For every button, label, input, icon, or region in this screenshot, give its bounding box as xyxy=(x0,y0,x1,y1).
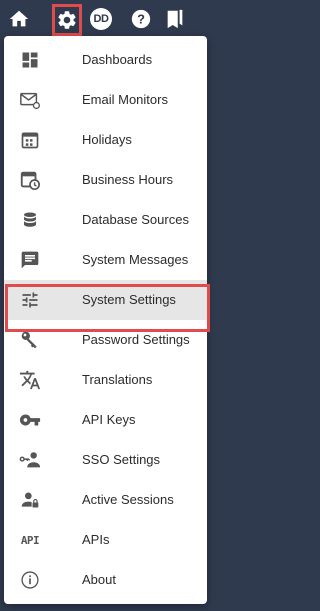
user-lock-icon xyxy=(18,488,42,512)
avatar: DD xyxy=(90,8,112,30)
menu-item-label: Email Monitors xyxy=(82,92,168,107)
menu-item-label: Database Sources xyxy=(82,212,189,227)
menu-item-sso-settings[interactable]: SSO Settings xyxy=(4,440,207,480)
help-button[interactable]: ? xyxy=(128,6,154,32)
bookmarks-button[interactable] xyxy=(162,6,188,32)
message-icon xyxy=(18,248,42,272)
svg-text:?: ? xyxy=(137,12,145,27)
system-settings-highlight-box xyxy=(5,284,210,332)
menu-item-label: API Keys xyxy=(82,412,136,427)
top-bar: DD ? xyxy=(0,0,210,40)
email-sync-icon xyxy=(18,88,42,112)
menu-item-business-hours[interactable]: Business Hours xyxy=(4,160,207,200)
menu-item-label: Translations xyxy=(82,372,153,387)
vpn-key-icon xyxy=(18,408,42,432)
menu-item-label: Holidays xyxy=(82,132,132,147)
menu-item-apis[interactable]: API APIs xyxy=(4,520,207,560)
menu-item-database-sources[interactable]: Database Sources xyxy=(4,200,207,240)
menu-item-label: System Messages xyxy=(82,252,189,267)
home-button[interactable] xyxy=(6,6,32,32)
menu-item-api-keys[interactable]: API Keys xyxy=(4,400,207,440)
user-menu-button[interactable]: DD xyxy=(88,6,114,32)
menu-item-holidays[interactable]: Holidays xyxy=(4,120,207,160)
api-icon: API xyxy=(20,533,40,547)
info-icon xyxy=(18,568,42,592)
sso-user-key-icon xyxy=(18,448,42,472)
menu-item-system-messages[interactable]: System Messages xyxy=(4,240,207,280)
menu-item-label: Dashboards xyxy=(82,52,153,67)
settings-dropdown-menu: Dashboards Email Monitors Holidays Busin… xyxy=(4,36,210,604)
menu-item-about[interactable]: About xyxy=(4,560,207,600)
menu-item-label: Business Hours xyxy=(82,172,174,187)
menu-item-active-sessions[interactable]: Active Sessions xyxy=(4,480,207,520)
menu-item-label: About xyxy=(82,572,116,587)
menu-item-dashboards[interactable]: Dashboards xyxy=(4,40,207,80)
home-icon xyxy=(9,10,29,27)
menu-item-label: APIs xyxy=(82,532,110,547)
calendar-clock-icon xyxy=(18,168,42,192)
menu-item-translations[interactable]: Translations xyxy=(4,360,207,400)
bookmarks-icon xyxy=(167,9,183,29)
calendar-icon xyxy=(18,128,42,152)
menu-item-label: SSO Settings xyxy=(82,452,161,467)
menu-item-email-monitors[interactable]: Email Monitors xyxy=(4,80,207,120)
gear-highlight-box xyxy=(52,4,82,36)
menu-item-label: Active Sessions xyxy=(82,492,174,507)
help-icon: ? xyxy=(131,9,151,29)
database-icon xyxy=(18,208,42,232)
translate-icon xyxy=(18,368,42,392)
dashboard-icon xyxy=(18,48,42,72)
settings-button[interactable] xyxy=(52,4,82,36)
